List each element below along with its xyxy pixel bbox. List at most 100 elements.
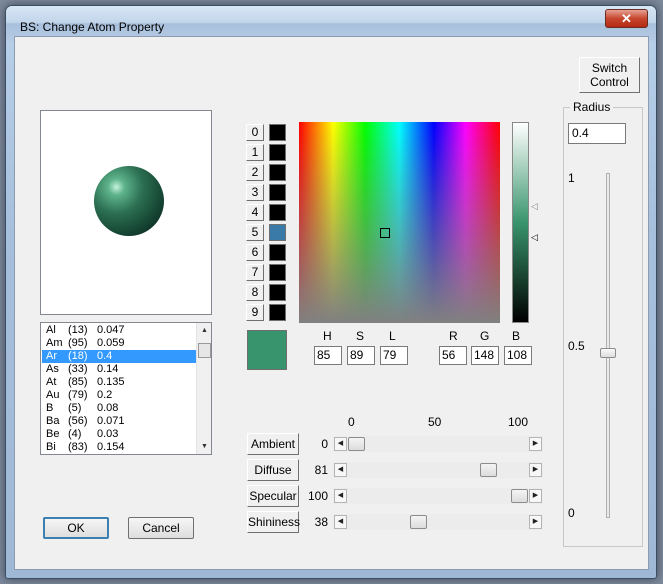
left-arrow-icon[interactable]: ◀ <box>334 489 347 503</box>
list-item-value: 0.047 <box>97 324 125 336</box>
list-item[interactable]: At (85) 0.135 <box>42 376 197 389</box>
color-cursor[interactable] <box>380 228 390 238</box>
switch-control-button[interactable]: Switch Control <box>579 57 640 93</box>
close-icon: ✕ <box>621 11 632 26</box>
right-arrow-icon[interactable]: ▶ <box>529 489 542 503</box>
right-arrow-icon[interactable]: ▶ <box>529 437 542 451</box>
r-label: R <box>449 329 458 343</box>
list-item[interactable]: Ba (56) 0.071 <box>42 415 197 428</box>
left-arrow-icon[interactable]: ◀ <box>334 515 347 529</box>
list-item[interactable]: Bi (83) 0.154 <box>42 441 197 454</box>
color-slot-swatch[interactable] <box>269 164 286 181</box>
down-arrow-icon[interactable]: ▼ <box>198 440 211 453</box>
ambient-value: 0 <box>321 437 328 451</box>
radius-slider-thumb[interactable] <box>600 348 616 358</box>
list-item[interactable]: As (33) 0.14 <box>42 363 197 376</box>
h-label: H <box>323 329 332 343</box>
radius-group <box>563 107 643 547</box>
color-slot-swatch[interactable] <box>269 184 286 201</box>
diffuse-slider[interactable]: ◀ ▶ <box>333 462 543 478</box>
g-label: G <box>480 329 490 343</box>
luminance-field[interactable]: 79 <box>380 346 408 365</box>
color-slot-swatch[interactable] <box>269 124 286 141</box>
radius-slider-track[interactable] <box>606 173 610 518</box>
color-slot-swatch[interactable] <box>269 244 286 261</box>
s-label: S <box>356 329 365 343</box>
radius-tick-bottom: 0 <box>568 506 575 520</box>
color-slot-swatch[interactable] <box>269 224 286 241</box>
hue-field[interactable]: 85 <box>314 346 342 365</box>
color-slot-button-2[interactable]: 2 <box>246 164 264 181</box>
specular-button[interactable]: Specular <box>247 485 299 507</box>
diffuse-slider-thumb[interactable] <box>480 463 497 477</box>
shininess-value: 38 <box>314 515 328 529</box>
list-item[interactable]: Be (4) 0.03 <box>42 428 197 441</box>
element-list[interactable]: Al (13) 0.047 Am (95) 0.059 Ar (18) 0.4 As (33) 0.1… <box>40 322 212 455</box>
current-color-swatch <box>247 330 287 370</box>
shininess-button[interactable]: Shininess <box>247 511 300 533</box>
color-slot-button-9[interactable]: 9 <box>246 304 264 321</box>
l-label: L <box>389 329 396 343</box>
color-slot-button-4[interactable]: 4 <box>246 204 264 221</box>
list-item-value: 0.154 <box>97 441 125 453</box>
dialog-window: BS: Change Atom Property ✕ Al (13) 0.047 Am… <box>5 5 657 579</box>
color-slot-button-5[interactable]: 5 <box>246 224 264 241</box>
close-button[interactable]: ✕ <box>605 9 648 28</box>
specular-slider[interactable]: ◀ ▶ <box>333 488 543 504</box>
red-field[interactable]: 56 <box>439 346 467 365</box>
list-item[interactable]: Al (13) 0.047 <box>42 324 197 337</box>
window-title: BS: Change Atom Property <box>20 20 165 34</box>
luminance-bar[interactable] <box>512 122 529 323</box>
ambient-button[interactable]: Ambient <box>247 433 299 455</box>
up-arrow-icon[interactable]: ▲ <box>198 324 211 337</box>
scale-min: 0 <box>348 415 355 429</box>
specular-value: 100 <box>307 489 328 503</box>
right-arrow-icon[interactable]: ▶ <box>529 515 542 529</box>
list-item[interactable]: Am (95) 0.059 <box>42 337 197 350</box>
ambient-slider-thumb[interactable] <box>348 437 365 451</box>
list-scrollbar[interactable]: ▲ ▼ <box>196 323 211 454</box>
specular-slider-thumb[interactable] <box>511 489 528 503</box>
scale-mid: 50 <box>428 415 442 429</box>
left-arrow-icon[interactable]: ◀ <box>334 437 347 451</box>
list-item-element: Ar <box>46 350 57 362</box>
left-arrow-icon[interactable]: ◀ <box>334 463 347 477</box>
list-item-value: 0.03 <box>97 428 119 440</box>
list-item-number: (18) <box>68 350 88 362</box>
switch-label-line2: Control <box>590 75 629 89</box>
color-slot-button-6[interactable]: 6 <box>246 244 264 261</box>
color-slot-button-3[interactable]: 3 <box>246 184 264 201</box>
color-slot-swatch[interactable] <box>269 264 286 281</box>
list-item[interactable]: B (5) 0.08 <box>42 402 197 415</box>
color-slot-swatch[interactable] <box>269 144 286 161</box>
luminance-marker[interactable]: ◁ <box>531 232 538 243</box>
green-field[interactable]: 148 <box>471 346 499 365</box>
color-slot-button-1[interactable]: 1 <box>246 144 264 161</box>
radius-group-label: Radius <box>570 100 614 114</box>
color-slot-button-7[interactable]: 7 <box>246 264 264 281</box>
list-scroll-thumb[interactable] <box>198 343 211 358</box>
blue-field[interactable]: 108 <box>504 346 532 365</box>
saturation-field[interactable]: 89 <box>347 346 375 365</box>
shininess-slider-thumb[interactable] <box>410 515 427 529</box>
color-slot-swatch[interactable] <box>269 284 286 301</box>
color-slot-swatch[interactable] <box>269 204 286 221</box>
radius-field[interactable]: 0.4 <box>568 123 626 144</box>
right-arrow-icon[interactable]: ▶ <box>529 463 542 477</box>
ambient-slider[interactable]: ◀ ▶ <box>333 436 543 452</box>
ok-button[interactable]: OK <box>43 517 109 539</box>
cancel-button[interactable]: Cancel <box>128 517 194 539</box>
list-item-element: Al <box>46 324 56 336</box>
color-slot-button-8[interactable]: 8 <box>246 284 264 301</box>
diffuse-button[interactable]: Diffuse <box>247 459 299 481</box>
color-spectrum[interactable] <box>299 122 500 323</box>
list-item-value: 0.4 <box>97 350 113 362</box>
list-item[interactable]: Au (79) 0.2 <box>42 389 197 402</box>
color-slot-button-0[interactable]: 0 <box>246 124 264 141</box>
atom-sphere <box>94 166 164 236</box>
shininess-slider[interactable]: ◀ ▶ <box>333 514 543 530</box>
list-item[interactable]: Ar (18) 0.4 <box>42 350 197 363</box>
list-item-number: (95) <box>68 337 88 349</box>
list-item-value: 0.14 <box>97 363 119 375</box>
color-slot-swatch[interactable] <box>269 304 286 321</box>
